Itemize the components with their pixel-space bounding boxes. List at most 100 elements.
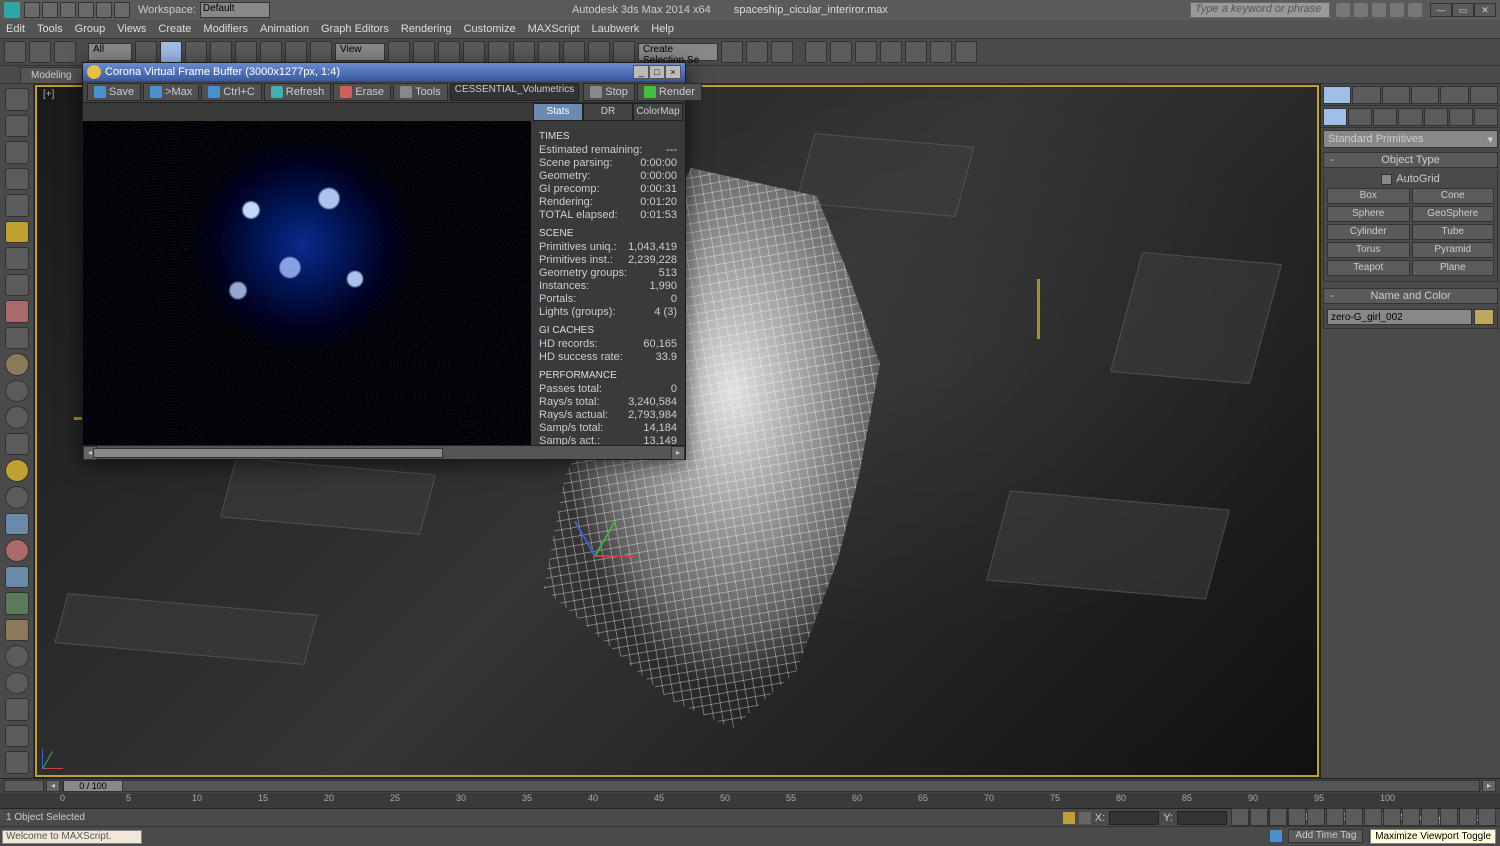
- category-combo[interactable]: Standard Primitives▾: [1323, 130, 1498, 148]
- percent-snap-icon[interactable]: [513, 41, 535, 63]
- nav-fov-icon[interactable]: [1421, 808, 1439, 826]
- autogrid-checkbox[interactable]: AutoGrid: [1327, 173, 1494, 185]
- subscription-icon[interactable]: [1354, 3, 1368, 17]
- primitive-geosphere-button[interactable]: GeoSphere: [1412, 206, 1495, 222]
- y-input[interactable]: [1177, 811, 1227, 825]
- tab-motion-icon[interactable]: [1411, 86, 1439, 104]
- menu-edit[interactable]: Edit: [6, 23, 25, 35]
- vfb-minimize-button[interactable]: _: [633, 65, 649, 79]
- time-slider[interactable]: ◂ 0 / 100 ▸: [0, 779, 1500, 793]
- lt-icon-14[interactable]: [5, 698, 29, 721]
- scroll-thumb[interactable]: [93, 448, 443, 458]
- lt-sphere2-icon[interactable]: [5, 380, 29, 403]
- key-mode-toggle-icon[interactable]: [1326, 808, 1344, 826]
- timetag-icon[interactable]: [1270, 830, 1282, 842]
- sub-systems-icon[interactable]: [1474, 108, 1498, 126]
- close-button[interactable]: ✕: [1474, 3, 1496, 17]
- time-thumb[interactable]: 0 / 100: [63, 780, 123, 792]
- menu-animation[interactable]: Animation: [260, 23, 309, 35]
- nav-zoomext-icon[interactable]: [1402, 808, 1420, 826]
- search-icon[interactable]: [1336, 3, 1350, 17]
- app-logo-icon[interactable]: [4, 2, 20, 18]
- vfb-tab-colormap[interactable]: ColorMap: [633, 103, 683, 121]
- vfb-erase-button[interactable]: Erase: [333, 83, 391, 101]
- tab-create-icon[interactable]: [1323, 86, 1351, 104]
- named-sel-combo[interactable]: Create Selection Se: [638, 43, 718, 61]
- qat-save-icon[interactable]: [60, 2, 76, 18]
- vfb-stop-button[interactable]: Stop: [583, 83, 635, 101]
- exchange-icon[interactable]: [1372, 3, 1386, 17]
- lt-icon-3[interactable]: [5, 141, 29, 164]
- selection-set-combo[interactable]: All: [88, 43, 132, 61]
- play-icon[interactable]: [1269, 808, 1287, 826]
- menu-group[interactable]: Group: [75, 23, 106, 35]
- transform-gizmo[interactable]: [595, 515, 675, 595]
- nav-zoom-icon[interactable]: [1364, 808, 1382, 826]
- tab-display-icon[interactable]: [1440, 86, 1468, 104]
- viewport-label[interactable]: [+]: [43, 89, 54, 100]
- redo-icon[interactable]: [29, 41, 51, 63]
- vfb-titlebar[interactable]: Corona Virtual Frame Buffer (3000x1277px…: [83, 63, 685, 81]
- window-crossing-icon[interactable]: [235, 41, 257, 63]
- menu-rendering[interactable]: Rendering: [401, 23, 452, 35]
- tab-modify-icon[interactable]: [1352, 86, 1380, 104]
- lt-sphere3-icon[interactable]: [5, 406, 29, 429]
- sub-spacewarps-icon[interactable]: [1449, 108, 1473, 126]
- lt-sphere5-icon[interactable]: [5, 672, 29, 695]
- sub-helpers-icon[interactable]: [1424, 108, 1448, 126]
- maxscript-listener[interactable]: Welcome to MAXScript.: [2, 830, 142, 844]
- primitive-tube-button[interactable]: Tube: [1412, 224, 1495, 240]
- rotate-icon[interactable]: [285, 41, 307, 63]
- mirror-icon[interactable]: [588, 41, 610, 63]
- frame-next-button[interactable]: ▸: [1482, 780, 1496, 792]
- primitive-box-button[interactable]: Box: [1327, 188, 1410, 204]
- lt-light-icon[interactable]: [5, 221, 29, 244]
- lt-icon-13[interactable]: [5, 619, 29, 642]
- goto-end-icon[interactable]: [1307, 808, 1325, 826]
- vfb-render-button[interactable]: Render: [637, 83, 702, 101]
- lt-sphere1-icon[interactable]: [5, 353, 29, 376]
- schematic-view-icon[interactable]: [771, 41, 793, 63]
- sub-geometry-icon[interactable]: [1323, 108, 1347, 126]
- menu-views[interactable]: Views: [117, 23, 146, 35]
- select-manip-icon[interactable]: [413, 41, 435, 63]
- vfb-close-button[interactable]: ×: [665, 65, 681, 79]
- qat-link-icon[interactable]: [114, 2, 130, 18]
- snap-icon[interactable]: [463, 41, 485, 63]
- render-setup-icon[interactable]: [830, 41, 852, 63]
- vfb-tab-stats[interactable]: Stats: [533, 103, 583, 121]
- frame-prev-button[interactable]: ◂: [46, 780, 60, 792]
- rollout-object-type[interactable]: -Object Type: [1323, 152, 1498, 168]
- pivot-icon[interactable]: [388, 41, 410, 63]
- vfb-copy-button[interactable]: Ctrl+C: [201, 83, 261, 101]
- lt-cone-icon[interactable]: [5, 433, 29, 456]
- quick-render-icon[interactable]: [955, 41, 977, 63]
- menu-customize[interactable]: Customize: [464, 23, 516, 35]
- qat-open-icon[interactable]: [42, 2, 58, 18]
- minimize-button[interactable]: —: [1430, 3, 1452, 17]
- tab-utilities-icon[interactable]: [1470, 86, 1498, 104]
- lt-icon-4[interactable]: [5, 168, 29, 191]
- maximize-button[interactable]: ▭: [1452, 3, 1474, 17]
- help-search-input[interactable]: Type a keyword or phrase: [1190, 2, 1330, 18]
- time-ruler[interactable]: 0510152025303540455055606570758085909510…: [0, 793, 1500, 809]
- select-name-icon[interactable]: [185, 41, 207, 63]
- primitive-plane-button[interactable]: Plane: [1412, 260, 1495, 276]
- primitive-sphere-button[interactable]: Sphere: [1327, 206, 1410, 222]
- object-color-swatch[interactable]: [1474, 309, 1494, 325]
- lt-icon-15[interactable]: [5, 725, 29, 748]
- add-time-tag-button[interactable]: Add Time Tag: [1288, 829, 1363, 843]
- lt-icon-10[interactable]: [5, 513, 29, 536]
- primitive-cone-button[interactable]: Cone: [1412, 188, 1495, 204]
- next-frame-icon[interactable]: [1288, 808, 1306, 826]
- render-iterative-icon[interactable]: [905, 41, 927, 63]
- vfb-tomax-button[interactable]: >Max: [143, 83, 199, 101]
- sub-lights-icon[interactable]: [1373, 108, 1397, 126]
- link-icon[interactable]: [54, 41, 76, 63]
- lt-icon-16[interactable]: [5, 751, 29, 774]
- layer-manager-icon[interactable]: [721, 41, 743, 63]
- nav-zoomall-icon[interactable]: [1383, 808, 1401, 826]
- render-activeshade-icon[interactable]: [930, 41, 952, 63]
- lt-grass-icon[interactable]: [5, 592, 29, 615]
- nav-maximize-icon[interactable]: [1478, 808, 1496, 826]
